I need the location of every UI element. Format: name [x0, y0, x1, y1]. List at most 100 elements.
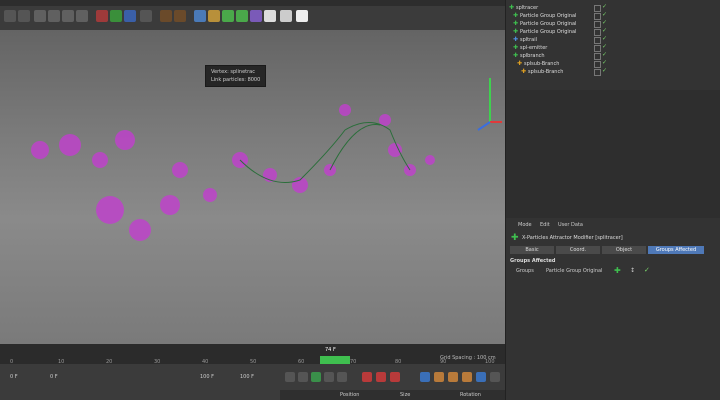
scene-icon[interactable] — [264, 10, 276, 22]
frame-start[interactable]: 0 F — [10, 374, 18, 380]
frame-end[interactable]: 100 F — [200, 374, 214, 380]
array-icon[interactable] — [236, 10, 248, 22]
coord-system-button[interactable] — [140, 10, 152, 22]
object-row[interactable]: Particle Group Original ✓ ✚ — [506, 19, 720, 28]
y-axis-button[interactable] — [110, 10, 122, 22]
object-row[interactable]: Particle Group Original ✓ ✚ — [506, 27, 720, 36]
size-label: Size — [400, 392, 411, 398]
object-icon: ✚ — [509, 4, 515, 11]
param-key-button[interactable] — [462, 372, 472, 382]
particle-cluster — [339, 104, 351, 116]
enabled-check-icon[interactable]: ✓ — [602, 27, 607, 34]
visibility-toggle[interactable] — [594, 29, 601, 36]
object-row[interactable]: splsub-Branch ✓ ✚ — [506, 67, 720, 76]
attribute-manager: Mode Edit User Data ✚ X-Particles Attrac… — [505, 218, 720, 400]
timeline[interactable]: 0 10 20 30 40 50 60 70 80 90 100 74 F — [0, 344, 505, 365]
tooltip-line2: Link particles: 8000 — [211, 77, 261, 83]
visibility-toggle[interactable] — [594, 13, 601, 20]
live-select-button[interactable] — [34, 10, 46, 22]
enabled-check-icon[interactable]: ✓ — [602, 3, 607, 10]
tab-groups-affected[interactable]: Groups Affected — [648, 246, 704, 254]
frame-max[interactable]: 100 F — [240, 374, 254, 380]
section-title: Groups Affected — [510, 258, 556, 264]
menu-mode[interactable]: Mode — [518, 222, 532, 228]
frame-current[interactable]: 0 F — [50, 374, 58, 380]
tooltip: Vertex: splinetrac Link particles: 8000 — [205, 65, 267, 87]
visibility-toggle[interactable] — [594, 45, 601, 52]
menu-edit[interactable]: Edit — [540, 222, 550, 228]
enabled-check-icon[interactable]: ✓ — [602, 19, 607, 26]
particle-cluster — [59, 134, 81, 156]
enabled-check-icon[interactable]: ✓ — [602, 59, 607, 66]
attribute-title: X-Particles Attractor Modifier [splitrac… — [522, 235, 623, 241]
enabled-check-icon[interactable]: ✓ — [602, 35, 607, 42]
record-button[interactable] — [362, 372, 372, 382]
object-row[interactable]: splsub-Branch ✓ ✚ — [506, 59, 720, 68]
arrow-icon[interactable]: ↕ — [630, 267, 635, 274]
enabled-check-icon[interactable]: ✓ — [602, 11, 607, 18]
rotate-button[interactable] — [76, 10, 88, 22]
object-icon: ✚ — [517, 60, 523, 67]
play-button[interactable] — [311, 372, 321, 382]
grid-spacing: Grid Spacing : 100 cm — [440, 355, 496, 361]
tooltip-line1: Vertex: splinetrac — [211, 69, 255, 75]
object-manager-empty-area — [505, 90, 720, 218]
visibility-toggle[interactable] — [594, 5, 601, 12]
move-key-button[interactable] — [420, 372, 430, 382]
object-icon: ✚ — [513, 20, 519, 27]
enabled-check-icon[interactable]: ✓ — [602, 43, 607, 50]
z-axis-button[interactable] — [124, 10, 136, 22]
visibility-toggle[interactable] — [594, 37, 601, 44]
redo-button[interactable] — [18, 10, 30, 22]
next-frame-button[interactable] — [324, 372, 334, 382]
object-row[interactable]: splbranch ✓ ✚ — [506, 51, 720, 60]
object-row[interactable]: spl-emitter ✓ ✚ — [506, 43, 720, 52]
camera-icon[interactable] — [280, 10, 292, 22]
particle-cluster — [96, 196, 124, 224]
tab-object[interactable]: Object — [602, 246, 646, 254]
x-axis-button[interactable] — [96, 10, 108, 22]
visibility-toggle[interactable] — [594, 21, 601, 28]
object-icon: ✚ — [513, 28, 519, 35]
tab-coord[interactable]: Coord. — [556, 246, 600, 254]
subdivision-icon[interactable] — [222, 10, 234, 22]
pen-icon[interactable] — [208, 10, 220, 22]
move-button[interactable] — [48, 10, 60, 22]
groups-label: Groups — [516, 268, 534, 274]
particle-cluster — [115, 130, 135, 150]
pla-key-button[interactable] — [476, 372, 486, 382]
check-icon[interactable]: ✓ — [644, 266, 650, 274]
previous-frame-button[interactable] — [298, 372, 308, 382]
light-icon[interactable] — [296, 10, 308, 22]
particle-cluster — [388, 143, 402, 157]
object-row[interactable]: spltrail ✓ ✚ — [506, 35, 720, 44]
scale-key-button[interactable] — [434, 372, 444, 382]
render-button[interactable] — [174, 10, 186, 22]
timeline-scrubber[interactable] — [320, 356, 350, 364]
cube-icon[interactable] — [194, 10, 206, 22]
render-view-button[interactable] — [160, 10, 172, 22]
autokey-button[interactable] — [376, 372, 386, 382]
visibility-toggle[interactable] — [594, 69, 601, 76]
object-row[interactable]: spltracer ✓ ✚ — [506, 3, 720, 12]
enabled-check-icon[interactable]: ✓ — [602, 67, 607, 74]
enabled-check-icon[interactable]: ✓ — [602, 51, 607, 58]
rotation-label: Rotation — [460, 392, 481, 398]
viewport-3d[interactable]: Vertex: splinetrac Link particles: 8000 — [0, 30, 505, 344]
visibility-toggle[interactable] — [594, 53, 601, 60]
go-to-end-button[interactable] — [337, 372, 347, 382]
menu-button[interactable] — [490, 372, 500, 382]
keyframe-button[interactable] — [390, 372, 400, 382]
scale-button[interactable] — [62, 10, 74, 22]
deformer-icon[interactable] — [250, 10, 262, 22]
visibility-toggle[interactable] — [594, 61, 601, 68]
z-axis-gizmo — [477, 121, 491, 131]
menu-user-data[interactable]: User Data — [558, 222, 583, 228]
undo-button[interactable] — [4, 10, 16, 22]
tab-basic[interactable]: Basic — [510, 246, 554, 254]
groups-value[interactable]: Particle Group Original — [546, 268, 602, 274]
object-row[interactable]: Particle Group Original ✓ ✚ — [506, 11, 720, 20]
go-to-start-button[interactable] — [285, 372, 295, 382]
rotate-key-button[interactable] — [448, 372, 458, 382]
particle-cluster — [425, 155, 435, 165]
